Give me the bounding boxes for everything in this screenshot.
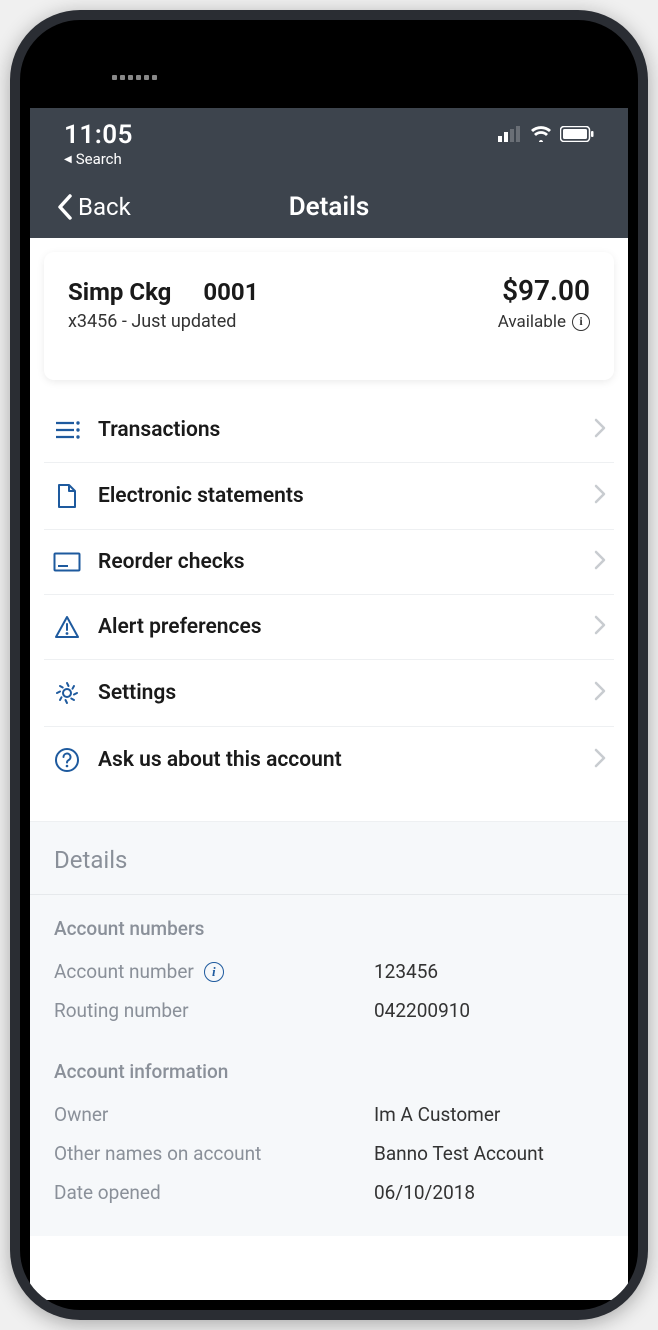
account-name: Simp Ckg0001	[68, 278, 258, 306]
chevron-right-icon	[594, 681, 606, 705]
routing-number-value: 042200910	[374, 999, 470, 1022]
gear-icon	[52, 680, 82, 706]
routing-number-row: Routing number 042200910	[54, 991, 604, 1030]
account-subtext: x3456 - Just updated	[68, 311, 236, 332]
menu-item-reorder-checks[interactable]: Reorder checks	[44, 530, 614, 595]
battery-icon	[560, 126, 594, 146]
chevron-right-icon	[594, 748, 606, 772]
other-names-value: Banno Test Account	[374, 1142, 544, 1165]
navigation-bar: Back Details	[30, 176, 628, 238]
routing-number-label: Routing number	[54, 999, 189, 1022]
account-number-row: Account number i 123456	[54, 952, 604, 991]
check-card-icon	[52, 552, 82, 572]
phone-speaker	[112, 75, 160, 81]
details-section: Details Account numbers Account number i…	[30, 821, 628, 1236]
account-number-label: Account number	[54, 960, 194, 983]
status-bar: 11:05 ◀ Search	[30, 108, 628, 176]
menu-label: Electronic statements	[98, 484, 594, 508]
date-opened-label: Date opened	[54, 1181, 161, 1204]
date-opened-row: Date opened 06/10/2018	[54, 1173, 604, 1212]
document-icon	[52, 483, 82, 509]
account-summary-card: Simp Ckg0001 $97.00 x3456 - Just updated…	[44, 252, 614, 380]
other-names-label: Other names on account	[54, 1142, 261, 1165]
menu-item-ask-us[interactable]: Ask us about this account	[44, 727, 614, 793]
details-header: Details	[54, 846, 604, 874]
chevron-left-icon	[56, 193, 74, 221]
menu-item-transactions[interactable]: Transactions	[44, 398, 614, 463]
transactions-icon	[52, 420, 82, 440]
chevron-right-icon	[594, 418, 606, 442]
account-balance: $97.00	[502, 274, 590, 307]
chevron-right-icon	[594, 484, 606, 508]
menu-item-settings[interactable]: Settings	[44, 660, 614, 727]
chevron-right-icon	[594, 550, 606, 574]
info-icon[interactable]: i	[204, 962, 224, 982]
alert-icon	[52, 615, 82, 639]
info-icon[interactable]: i	[572, 313, 590, 331]
account-info-header: Account information	[54, 1060, 604, 1083]
breadcrumb-label: Search	[76, 150, 122, 168]
account-number-value: 123456	[374, 960, 438, 983]
breadcrumb-search[interactable]: ◀ Search	[64, 150, 122, 168]
wifi-icon	[530, 126, 552, 146]
chevron-right-icon	[594, 615, 606, 639]
back-button[interactable]: Back	[56, 193, 131, 221]
menu-item-statements[interactable]: Electronic statements	[44, 463, 614, 530]
available-label: Available i	[498, 312, 590, 332]
menu-item-alert-preferences[interactable]: Alert preferences	[44, 595, 614, 660]
menu-label: Alert preferences	[98, 615, 594, 639]
menu-label: Settings	[98, 681, 594, 705]
menu-label: Transactions	[98, 418, 594, 442]
status-clock: 11:05	[64, 120, 133, 150]
owner-label: Owner	[54, 1103, 108, 1126]
help-icon	[52, 747, 82, 773]
owner-value: Im A Customer	[374, 1103, 500, 1126]
back-label: Back	[78, 193, 131, 221]
menu-label: Ask us about this account	[98, 748, 594, 772]
menu-label: Reorder checks	[98, 550, 594, 574]
date-opened-value: 06/10/2018	[374, 1181, 475, 1204]
other-names-row: Other names on account Banno Test Accoun…	[54, 1134, 604, 1173]
back-triangle-icon: ◀	[64, 154, 72, 165]
actions-menu: Transactions Electronic statements	[30, 398, 628, 793]
cellular-icon	[498, 126, 522, 146]
account-numbers-header: Account numbers	[54, 917, 604, 940]
owner-row: Owner Im A Customer	[54, 1095, 604, 1134]
